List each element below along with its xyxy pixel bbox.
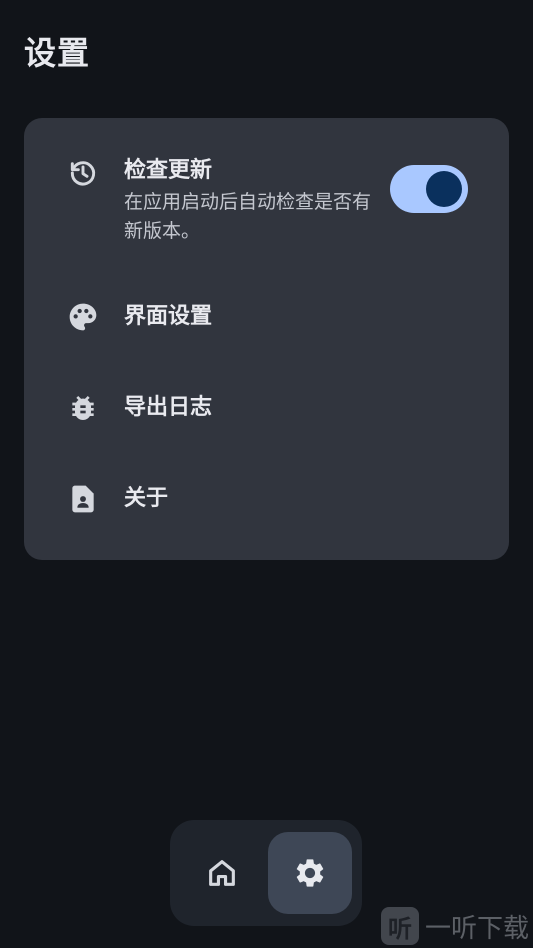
watermark-logo: 听 [380, 907, 419, 945]
nav-settings-button[interactable] [268, 832, 352, 914]
toggle-knob [426, 171, 462, 207]
settings-screen: 设置 检查更新 在应用启动后自动检查是否有新版本。 界面设置 导出日志 关于 听… [0, 0, 533, 948]
bottom-nav [170, 820, 362, 926]
watermark: 听 一听下载 [380, 904, 533, 948]
settings-item-description: 在应用启动后自动检查是否有新版本。 [124, 191, 372, 242]
page-title: 设置 [24, 34, 91, 72]
bug-icon [66, 391, 100, 425]
palette-icon [66, 300, 100, 334]
gear-icon [296, 859, 324, 887]
update-history-icon [66, 156, 100, 190]
settings-item-about[interactable]: 关于 [24, 482, 509, 518]
nav-home-button[interactable] [180, 832, 264, 914]
auto-update-toggle[interactable] [390, 165, 468, 213]
settings-item-check-update[interactable]: 检查更新 在应用启动后自动检查是否有新版本。 [24, 156, 509, 248]
home-icon [209, 860, 235, 886]
settings-item-export-logs[interactable]: 导出日志 [24, 391, 509, 427]
settings-item-title: 界面设置 [124, 304, 213, 329]
settings-item-ui[interactable]: 界面设置 [24, 300, 509, 336]
settings-item-title: 导出日志 [124, 395, 213, 420]
settings-item-title: 检查更新 [124, 158, 213, 183]
watermark-text: 一听下载 [424, 913, 529, 944]
settings-card: 检查更新 在应用启动后自动检查是否有新版本。 界面设置 导出日志 关于 [24, 118, 509, 560]
contact-page-icon [66, 482, 100, 516]
settings-item-title: 关于 [124, 486, 169, 511]
